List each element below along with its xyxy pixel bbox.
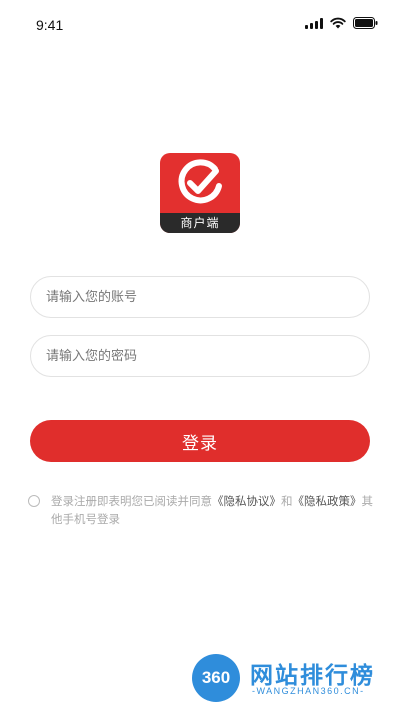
agreement-and: 和 (281, 494, 293, 508)
check-circle-icon (178, 159, 222, 204)
password-input[interactable] (30, 335, 370, 377)
wifi-icon (330, 17, 346, 29)
agreement-text: 登录注册即表明您已阅读并同意《隐私协议》和《隐私政策》其他手机号登录 (51, 492, 373, 528)
agreement-row: 登录注册即表明您已阅读并同意《隐私协议》和《隐私政策》其他手机号登录 (28, 492, 373, 528)
privacy-policy-link[interactable]: 《隐私政策》 (293, 494, 362, 508)
logo-label: 商户端 (160, 213, 240, 233)
battery-icon (353, 17, 378, 29)
app-logo: 商户端 (160, 153, 240, 233)
status-icons (305, 17, 378, 29)
cellular-signal-icon (305, 17, 323, 29)
agreement-prefix: 登录注册即表明您已阅读并同意 (51, 494, 212, 508)
status-time: 9:41 (36, 17, 64, 33)
watermark-title: 网站排行榜 (250, 663, 375, 689)
status-bar: 9:41 (0, 0, 400, 44)
login-button[interactable]: 登录 (30, 420, 370, 462)
account-input[interactable] (30, 276, 370, 318)
watermark-badge: 360 (192, 654, 240, 702)
agreement-radio[interactable] (28, 495, 40, 507)
privacy-agreement-link[interactable]: 《隐私协议》 (212, 494, 281, 508)
watermark-subtitle: -WANGZHAN360.CN- (252, 686, 365, 696)
watermark: 360 网站排行榜 -WANGZHAN360.CN- (186, 650, 396, 706)
